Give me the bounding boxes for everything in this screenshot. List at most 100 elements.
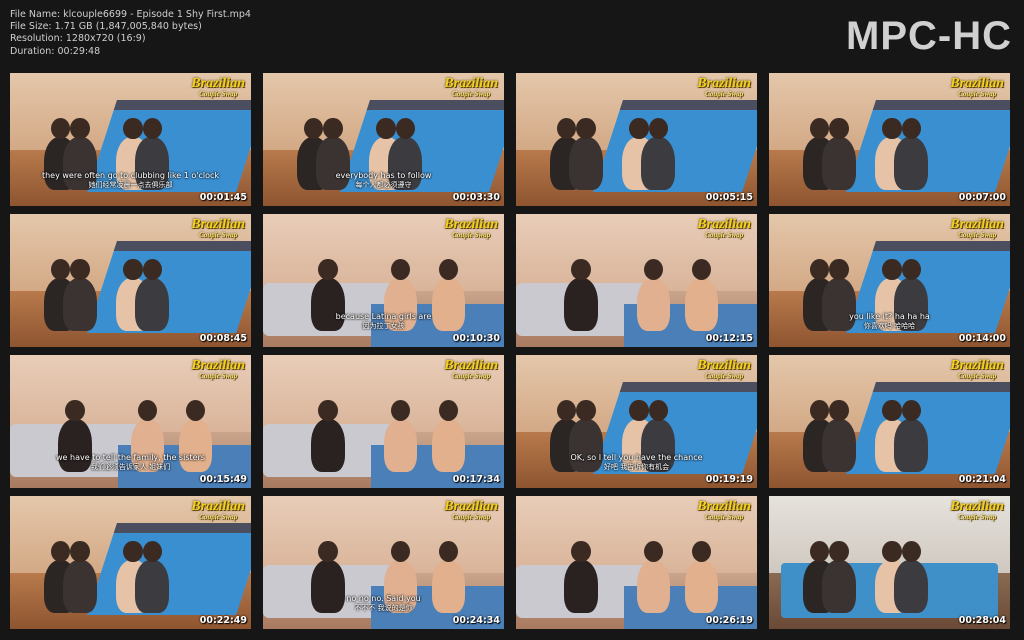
subtitle-en: they were often go to clubbing like 1 o'… [41, 171, 220, 180]
thumbnail[interactable]: Brazilian Couple Swap 00:05:15 [516, 73, 757, 206]
thumbnail[interactable]: Brazilian Couple Swap because Latina girls… [263, 214, 504, 347]
person-head [882, 259, 902, 281]
person [684, 277, 719, 332]
thumbnail[interactable]: Brazilian Couple Swap OK, so I tell you ha… [516, 355, 757, 488]
logo-subtitle: Couple Swap [199, 372, 238, 380]
person-head [323, 118, 343, 140]
logo-subtitle: Couple Swap [452, 90, 491, 98]
logo-title: Brazilian [444, 358, 498, 373]
timestamp: 00:07:00 [958, 192, 1006, 203]
logo-subtitle: Couple Swap [958, 231, 997, 239]
watermark-logo: Brazilian Couple Swap [191, 218, 245, 241]
person-head [882, 541, 902, 563]
watermark-logo: Brazilian Couple Swap [697, 77, 751, 100]
watermark-logo: Brazilian Couple Swap [950, 359, 1004, 382]
watermark-logo: Brazilian Couple Swap [950, 218, 1004, 241]
thumbnail[interactable]: Brazilian Couple Swap 00:26:19 [516, 496, 757, 629]
watermark-logo: Brazilian Couple Swap [444, 76, 498, 100]
person [564, 277, 598, 332]
subtitle-en: no no no. Said you [346, 594, 421, 603]
logo-subtitle: Couple Swap [452, 372, 491, 380]
subtitle-zh: 因为拉丁女孩 [362, 322, 405, 330]
person-head [829, 259, 849, 281]
person-head [882, 400, 902, 422]
logo-title: Brazilian [444, 217, 498, 232]
subtitle-en: we have to tell the family, the sisters [56, 453, 205, 462]
logo-subtitle: Couple Swap [705, 231, 744, 239]
logo-subtitle: Couple Swap [199, 231, 238, 239]
person [311, 418, 345, 473]
timestamp: 00:26:19 [705, 615, 753, 626]
logo-subtitle: Couple Swap [705, 372, 744, 380]
person [684, 559, 719, 614]
thumbnail[interactable]: Brazilian Couple Swap everybody has to fol… [263, 73, 504, 206]
person-head [629, 400, 649, 422]
logo-subtitle: Couple Swap [199, 513, 238, 521]
person [135, 559, 170, 614]
watermark-logo: Brazilian Couple Swap [950, 499, 1004, 523]
person [636, 277, 671, 332]
logo-title: Brazilian [950, 499, 1004, 514]
person-head [576, 118, 596, 140]
thumbnail[interactable]: Brazilian Couple Swap you like it? ha ha h… [769, 214, 1010, 347]
subtitle-en: because Latina girls are [335, 312, 432, 321]
timestamp: 00:24:34 [452, 615, 500, 626]
person-head [123, 118, 143, 140]
person-head [571, 541, 591, 563]
person [894, 418, 929, 473]
person-head [829, 118, 849, 140]
timestamp: 00:10:30 [452, 333, 500, 344]
person-head [882, 118, 902, 140]
timestamp: 00:22:49 [199, 615, 247, 626]
logo-subtitle: Couple Swap [452, 513, 491, 521]
timestamp: 00:14:00 [958, 333, 1006, 344]
person [63, 559, 97, 614]
watermark-logo: Brazilian Couple Swap [191, 359, 245, 382]
subtitle-zh: 我们必须告诉家人 姐妹们 [90, 463, 171, 471]
timestamp: 00:01:45 [199, 192, 247, 203]
person-head [318, 259, 338, 281]
person [822, 136, 856, 191]
logo-title: Brazilian [191, 499, 245, 514]
timestamp: 00:03:30 [452, 192, 500, 203]
subtitle-zh: 不不不 我说的是你 [354, 604, 413, 612]
thumbnail[interactable]: Brazilian Couple Swap no no no. Said you 不不… [263, 496, 504, 629]
subtitle-zh: 每个人都必须遵守 [355, 181, 412, 189]
person [564, 559, 598, 614]
person-head [123, 259, 143, 281]
person [822, 559, 856, 614]
file-info: File Name: klcouple6699 - Episode 1 Shy … [10, 9, 251, 58]
watermark-logo: Brazilian Couple Swap [950, 76, 1004, 100]
timestamp: 00:28:04 [958, 615, 1006, 626]
logo-title: Brazilian [697, 499, 751, 514]
watermark-logo: Brazilian Couple Swap [191, 499, 245, 523]
person-head [829, 541, 849, 563]
person-head [70, 259, 90, 281]
person [894, 136, 929, 191]
person-head [629, 118, 649, 140]
logo-title: Brazilian [950, 76, 1004, 91]
thumbnail[interactable]: Brazilian Couple Swap they were often go t… [10, 73, 251, 206]
person [569, 136, 603, 191]
thumbnail[interactable]: Brazilian Couple Swap 00:21:04 [769, 355, 1010, 488]
person [383, 418, 418, 473]
watermark-logo: Brazilian Couple Swap [444, 500, 498, 523]
person [822, 418, 856, 473]
subtitle-en: OK, so I tell you have the chance [570, 453, 703, 462]
logo-subtitle: Couple Swap [705, 513, 744, 521]
logo-subtitle: Couple Swap [958, 513, 997, 521]
thumbnail[interactable]: Brazilian Couple Swap 00:22:49 [10, 496, 251, 629]
thumbnail[interactable]: Brazilian Couple Swap 00:17:34 [263, 355, 504, 488]
watermark-logo: Brazilian Couple Swap [697, 499, 751, 523]
logo-title: Brazilian [444, 76, 498, 91]
thumbnail[interactable]: Brazilian Couple Swap 00:08:45 [10, 214, 251, 347]
logo-title: Brazilian [191, 76, 245, 91]
thumbnail[interactable]: Brazilian Couple Swap 00:12:15 [516, 214, 757, 347]
person-head [70, 541, 90, 563]
thumbnail[interactable]: Brazilian Couple Swap we have to tell the … [10, 355, 251, 488]
timestamp: 00:21:04 [958, 474, 1006, 485]
thumbnail[interactable]: Brazilian Couple Swap 00:28:04 [769, 496, 1010, 629]
thumbnail[interactable]: Brazilian Couple Swap 00:07:00 [769, 73, 1010, 206]
watermark-logo: Brazilian Couple Swap [444, 217, 498, 241]
file-name: File Name: klcouple6699 - Episode 1 Shy … [10, 9, 251, 20]
